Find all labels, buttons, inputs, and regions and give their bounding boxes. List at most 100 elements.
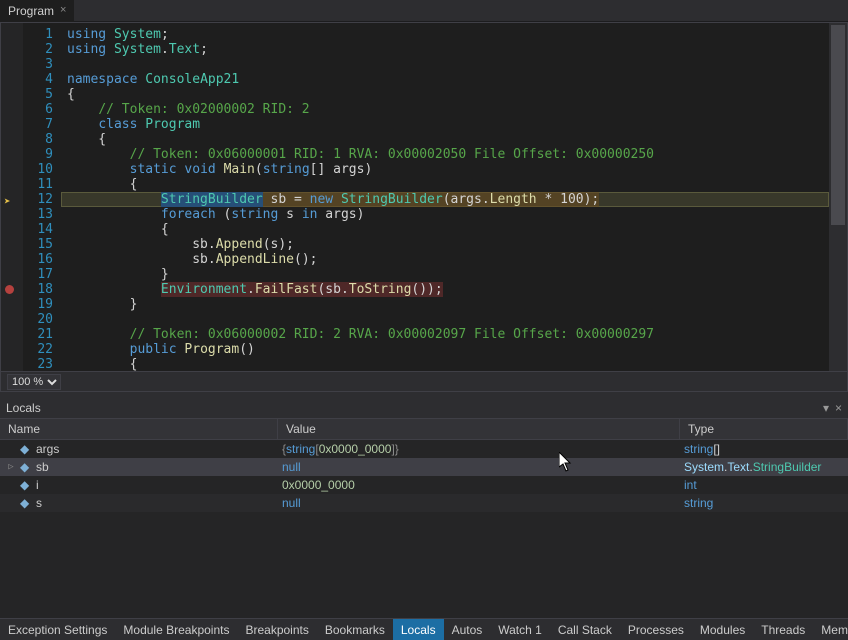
gutter-row[interactable]	[1, 42, 23, 57]
pin-icon[interactable]: ▾	[823, 401, 829, 415]
locals-title: Locals	[6, 401, 41, 415]
bottom-tab-call-stack[interactable]: Call Stack	[550, 619, 620, 640]
code-line[interactable]: }	[61, 267, 829, 282]
gutter-row[interactable]	[1, 72, 23, 87]
code-line[interactable]: {	[61, 222, 829, 237]
variable-icon: ◆	[20, 497, 32, 509]
locals-row[interactable]: ◆i0x0000_0000int	[0, 476, 848, 494]
locals-panel: Locals ▾ × Name Value Type ◆args{string[…	[0, 398, 848, 618]
gutter-row[interactable]	[1, 102, 23, 117]
line-number: 16	[37, 252, 53, 267]
var-name: s	[36, 496, 42, 510]
variable-icon: ◆	[20, 479, 32, 491]
editor-scrollbar[interactable]	[829, 23, 847, 371]
gutter-row[interactable]	[1, 162, 23, 177]
code-line[interactable]: StringBuilder sb = new StringBuilder(arg…	[61, 192, 829, 207]
bottom-tab-threads[interactable]: Threads	[753, 619, 813, 640]
gutter-row[interactable]	[1, 177, 23, 192]
bottom-tab-locals[interactable]: Locals	[393, 619, 444, 640]
code-line[interactable]: // Token: 0x06000001 RID: 1 RVA: 0x00002…	[61, 147, 829, 162]
col-value[interactable]: Value	[278, 419, 680, 439]
editor-tab-label: Program	[8, 4, 54, 18]
line-number: 22	[37, 342, 53, 357]
code-line[interactable]: using System;	[61, 27, 829, 42]
gutter-row[interactable]	[1, 237, 23, 252]
line-number: 8	[45, 132, 53, 147]
locals-rows: ◆args{string[0x0000_0000]}string[] ▷ ◆ sb nu…	[0, 440, 848, 512]
gutter-row[interactable]	[1, 297, 23, 312]
gutter-row[interactable]	[1, 357, 23, 372]
bottom-tab-modules[interactable]: Modules	[692, 619, 753, 640]
expand-icon[interactable]: ▷	[6, 462, 16, 472]
gutter-row[interactable]	[1, 282, 23, 297]
code-editor[interactable]: ➤ 1234567891011121314151617181920212223 …	[0, 22, 848, 372]
code-line[interactable]: class Program	[61, 117, 829, 132]
col-name[interactable]: Name	[0, 419, 278, 439]
code-line[interactable]: {	[61, 132, 829, 147]
line-number: 9	[45, 147, 53, 162]
gutter-row[interactable]	[1, 327, 23, 342]
var-value[interactable]: 0x0000_0000	[278, 478, 680, 492]
bottom-tab-autos[interactable]: Autos	[444, 619, 491, 640]
line-number: 10	[37, 162, 53, 177]
gutter-row[interactable]	[1, 207, 23, 222]
code-line[interactable]: {	[61, 357, 829, 371]
locals-row[interactable]: ◆snullstring	[0, 494, 848, 512]
gutter-row[interactable]	[1, 267, 23, 282]
var-value[interactable]: null	[278, 460, 680, 474]
gutter-row[interactable]	[1, 117, 23, 132]
scrollbar-thumb[interactable]	[831, 25, 845, 225]
gutter-row[interactable]	[1, 147, 23, 162]
var-name: sb	[36, 460, 49, 474]
gutter-row[interactable]	[1, 87, 23, 102]
gutter-row[interactable]	[1, 222, 23, 237]
var-value[interactable]: {string[0x0000_0000]}	[278, 442, 680, 456]
gutter-row[interactable]: ➤	[1, 192, 23, 207]
bottom-tab-memory-1[interactable]: Memory 1	[813, 619, 848, 640]
code-line[interactable]: using System.Text;	[61, 42, 829, 57]
code-line[interactable]: sb.Append(s);	[61, 237, 829, 252]
locals-row[interactable]: ▷◆sbnullSystem.Text.StringBuilder	[0, 458, 848, 476]
bottom-tab-breakpoints[interactable]: Breakpoints	[237, 619, 316, 640]
locals-row[interactable]: ◆args{string[0x0000_0000]}string[]	[0, 440, 848, 458]
zoom-select[interactable]: 100 %	[7, 374, 61, 390]
var-value[interactable]: null	[278, 496, 680, 510]
bottom-tab-bookmarks[interactable]: Bookmarks	[317, 619, 393, 640]
code-line[interactable]: {	[61, 177, 829, 192]
var-type: int	[680, 478, 848, 492]
code-line[interactable]: foreach (string s in args)	[61, 207, 829, 222]
line-number: 19	[37, 297, 53, 312]
code-line[interactable]: static void Main(string[] args)	[61, 162, 829, 177]
close-icon[interactable]: ×	[835, 401, 842, 415]
editor-tabbar: Program ×	[0, 0, 848, 22]
gutter-row[interactable]	[1, 57, 23, 72]
code-area[interactable]: using System;using System.Text; namespace…	[61, 23, 829, 371]
line-number: 2	[45, 42, 53, 57]
code-line[interactable]: {	[61, 87, 829, 102]
bottom-tab-watch-1[interactable]: Watch 1	[490, 619, 550, 640]
code-line[interactable]: public Program()	[61, 342, 829, 357]
gutter-row[interactable]	[1, 312, 23, 327]
gutter-row[interactable]	[1, 342, 23, 357]
gutter-row[interactable]	[1, 27, 23, 42]
line-number: 17	[37, 267, 53, 282]
gutter-row[interactable]	[1, 132, 23, 147]
line-number: 12	[37, 192, 53, 207]
line-number: 1	[45, 27, 53, 42]
code-line[interactable]: namespace ConsoleApp21	[61, 72, 829, 87]
bottom-tab-module-breakpoints[interactable]: Module Breakpoints	[115, 619, 237, 640]
close-icon[interactable]: ×	[60, 5, 66, 16]
gutter-row[interactable]	[1, 252, 23, 267]
editor-tab-program[interactable]: Program ×	[0, 0, 74, 22]
bottom-tab-exception-settings[interactable]: Exception Settings	[0, 619, 115, 640]
code-line[interactable]: // Token: 0x02000002 RID: 2	[61, 102, 829, 117]
code-line[interactable]: Environment.FailFast(sb.ToString());	[61, 282, 829, 297]
code-line[interactable]: }	[61, 297, 829, 312]
gutter[interactable]: ➤	[1, 23, 23, 371]
code-line[interactable]	[61, 57, 829, 72]
bottom-tab-processes[interactable]: Processes	[620, 619, 692, 640]
code-line[interactable]: // Token: 0x06000002 RID: 2 RVA: 0x00002…	[61, 327, 829, 342]
col-type[interactable]: Type	[680, 419, 848, 439]
code-line[interactable]: sb.AppendLine();	[61, 252, 829, 267]
code-line[interactable]	[61, 312, 829, 327]
